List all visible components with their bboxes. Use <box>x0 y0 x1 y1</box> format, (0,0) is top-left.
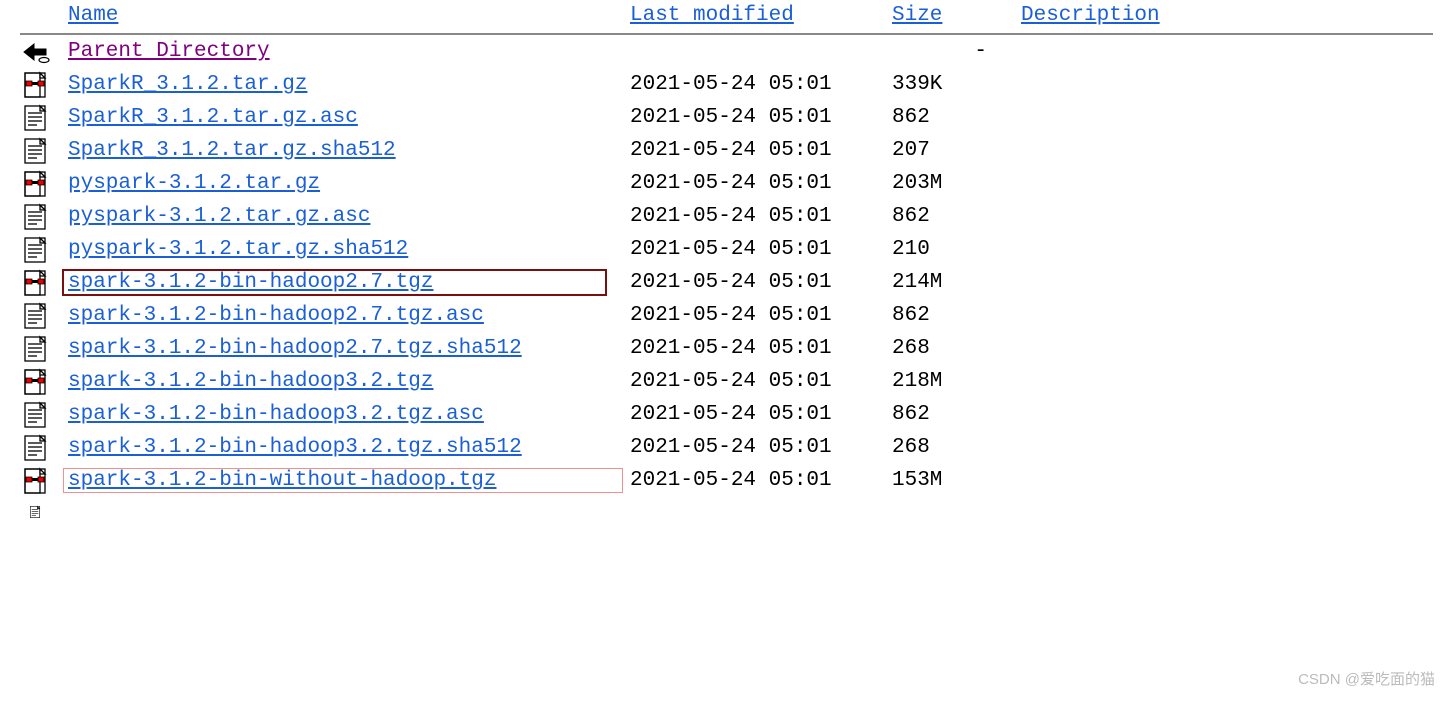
parent-directory-row: Parent Directory - <box>20 35 1433 68</box>
text-icon <box>20 497 64 527</box>
file-link[interactable]: spark-3.1.2-bin-hadoop2.7.tgz.asc <box>68 304 484 327</box>
modified-cell: 2021-05-24 05:01 <box>626 233 888 266</box>
size-cell: 214M <box>888 266 1017 299</box>
file-link[interactable]: spark-3.1.2-bin-hadoop2.7.tgz.sha512 <box>68 337 522 360</box>
modified-cell: 2021-05-24 05:01 <box>626 464 888 497</box>
modified-cell: 2021-05-24 05:01 <box>626 101 888 134</box>
file-link[interactable]: SparkR_3.1.2.tar.gz.asc <box>68 106 358 129</box>
header-name-link[interactable]: Name <box>68 4 118 27</box>
watermark-text: CSDN @爱吃面的猫 <box>1298 668 1435 689</box>
modified-cell: 2021-05-24 05:01 <box>626 398 888 431</box>
archive-icon <box>20 365 64 398</box>
size-cell: 210 <box>888 233 1017 266</box>
size-cell: 862 <box>888 101 1017 134</box>
table-row: pyspark-3.1.2.tar.gz.asc 2021-05-24 05:01… <box>20 200 1433 233</box>
text-icon <box>20 299 64 332</box>
description-cell <box>1017 200 1433 233</box>
modified-cell: 2021-05-24 05:01 <box>626 299 888 332</box>
size-cell: 268 <box>888 332 1017 365</box>
description-cell <box>1017 101 1433 134</box>
parent-directory-link[interactable]: Parent Directory <box>68 40 270 63</box>
parent-size: - <box>888 35 1017 68</box>
text-icon <box>20 134 64 167</box>
file-link[interactable]: SparkR_3.1.2.tar.gz.sha512 <box>68 139 396 162</box>
text-icon <box>20 398 64 431</box>
table-row: spark-3.1.2-bin-without-hadoop.tgz 2021-0… <box>20 464 1433 497</box>
table-row: SparkR_3.1.2.tar.gz.sha512 2021-05-24 05:… <box>20 134 1433 167</box>
table-row: pyspark-3.1.2.tar.gz 2021-05-24 05:01203M <box>20 167 1433 200</box>
file-link[interactable]: spark-3.1.2-bin-hadoop3.2.tgz.sha512 <box>68 436 522 459</box>
size-cell: 862 <box>888 398 1017 431</box>
file-link[interactable]: SparkR_3.1.2.tar.gz <box>68 73 307 96</box>
parent-modified <box>626 35 888 68</box>
text-icon <box>20 200 64 233</box>
table-row: spark-3.1.2-bin-hadoop2.7.tgz 2021-05-24 … <box>20 266 1433 299</box>
text-icon <box>20 101 64 134</box>
file-link[interactable]: pyspark-3.1.2.tar.gz.sha512 <box>68 238 408 261</box>
description-cell <box>1017 266 1433 299</box>
modified-cell: 2021-05-24 05:01 <box>626 332 888 365</box>
file-link[interactable]: spark-3.1.2-bin-hadoop2.7.tgz <box>68 271 433 294</box>
size-cell: 862 <box>888 200 1017 233</box>
archive-icon <box>20 266 64 299</box>
archive-icon <box>20 68 64 101</box>
modified-cell: 2021-05-24 05:01 <box>626 134 888 167</box>
modified-cell: 2021-05-24 05:01 <box>626 68 888 101</box>
table-row <box>20 497 1433 527</box>
description-cell <box>1017 299 1433 332</box>
modified-cell: 2021-05-24 05:01 <box>626 167 888 200</box>
table-row: pyspark-3.1.2.tar.gz.sha512 2021-05-24 05… <box>20 233 1433 266</box>
table-row: spark-3.1.2-bin-hadoop3.2.tgz.sha512 2021… <box>20 431 1433 464</box>
header-description-link[interactable]: Description <box>1021 4 1160 27</box>
description-cell <box>1017 431 1433 464</box>
description-cell <box>1017 233 1433 266</box>
parent-description <box>1017 35 1433 68</box>
file-link[interactable]: spark-3.1.2-bin-hadoop3.2.tgz.asc <box>68 403 484 426</box>
description-cell <box>1017 398 1433 431</box>
description-cell <box>1017 365 1433 398</box>
modified-cell: 2021-05-24 05:01 <box>626 200 888 233</box>
size-cell: 207 <box>888 134 1017 167</box>
size-cell: 218M <box>888 365 1017 398</box>
text-icon <box>20 233 64 266</box>
description-cell <box>1017 68 1433 101</box>
table-row: spark-3.1.2-bin-hadoop2.7.tgz.asc 2021-05… <box>20 299 1433 332</box>
size-cell: 203M <box>888 167 1017 200</box>
size-cell: 268 <box>888 431 1017 464</box>
size-cell: 153M <box>888 464 1017 497</box>
header-size-link[interactable]: Size <box>892 4 942 27</box>
table-row: spark-3.1.2-bin-hadoop2.7.tgz.sha512 2021… <box>20 332 1433 365</box>
table-row: spark-3.1.2-bin-hadoop3.2.tgz.asc 2021-05… <box>20 398 1433 431</box>
text-icon <box>20 431 64 464</box>
header-icon <box>20 0 64 33</box>
size-cell: 339K <box>888 68 1017 101</box>
description-cell <box>1017 332 1433 365</box>
file-link[interactable]: spark-3.1.2-bin-without-hadoop.tgz <box>68 469 496 492</box>
file-link[interactable]: pyspark-3.1.2.tar.gz <box>68 172 320 195</box>
directory-listing-table: Name Last modified Size Description Pare… <box>20 0 1433 527</box>
description-cell <box>1017 167 1433 200</box>
file-link[interactable]: spark-3.1.2-bin-hadoop3.2.tgz <box>68 370 433 393</box>
archive-icon <box>20 167 64 200</box>
table-row: spark-3.1.2-bin-hadoop3.2.tgz 2021-05-24 … <box>20 365 1433 398</box>
text-icon <box>20 332 64 365</box>
header-modified-link[interactable]: Last modified <box>630 4 794 27</box>
table-row: SparkR_3.1.2.tar.gz 2021-05-24 05:01339K <box>20 68 1433 101</box>
file-link[interactable]: pyspark-3.1.2.tar.gz.asc <box>68 205 370 228</box>
header-row: Name Last modified Size Description <box>20 0 1433 33</box>
description-cell <box>1017 134 1433 167</box>
size-cell: 862 <box>888 299 1017 332</box>
archive-icon <box>20 464 64 497</box>
modified-cell: 2021-05-24 05:01 <box>626 431 888 464</box>
table-row: SparkR_3.1.2.tar.gz.asc 2021-05-24 05:018… <box>20 101 1433 134</box>
modified-cell: 2021-05-24 05:01 <box>626 365 888 398</box>
modified-cell: 2021-05-24 05:01 <box>626 266 888 299</box>
back-icon <box>20 35 64 68</box>
description-cell <box>1017 464 1433 497</box>
